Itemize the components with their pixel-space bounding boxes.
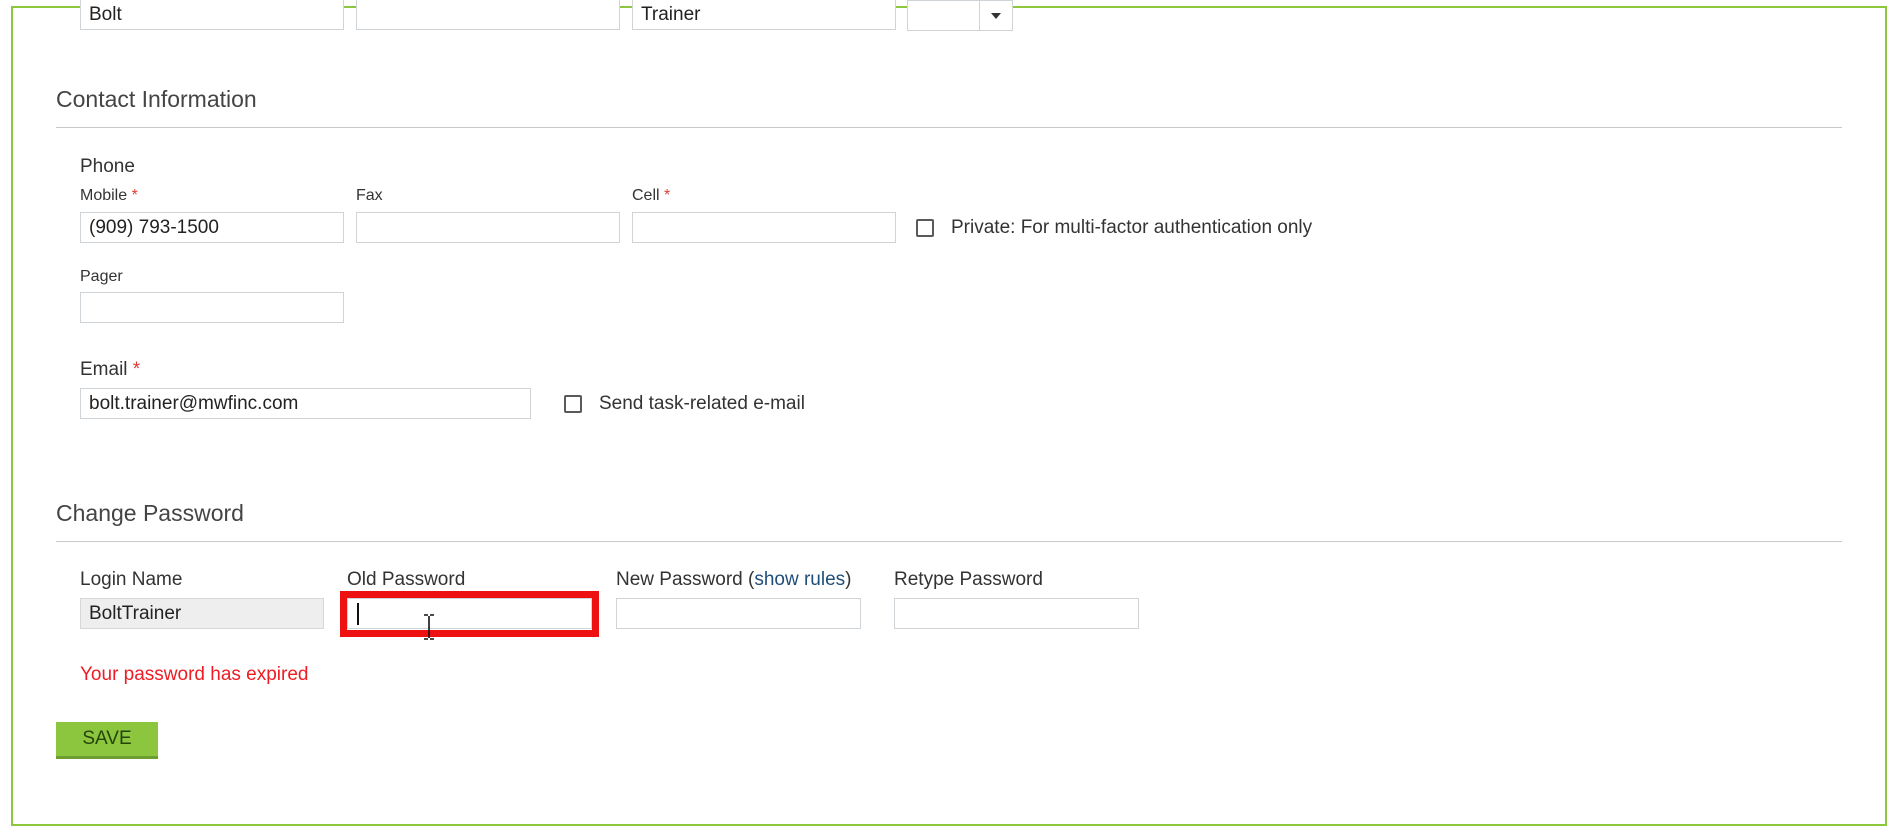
mobile-label: Mobile * [80,187,138,205]
first-name-input[interactable] [80,0,344,30]
last-name-input[interactable] [632,0,896,30]
send-task-email-checkbox[interactable] [564,395,582,413]
chevron-down-icon [991,13,1001,19]
pager-label: Pager [80,268,123,285]
fax-input[interactable] [356,212,620,243]
mobile-phone-input[interactable] [80,212,344,243]
mobile-label-text: Mobile [80,187,128,204]
email-label-text: Email [80,359,128,380]
cell-label: Cell * [632,187,670,205]
suffix-dropdown[interactable] [907,0,1013,31]
password-section-title: Change Password [56,500,244,526]
required-marker: * [664,187,671,204]
show-rules-link[interactable]: show rules [754,569,845,590]
required-marker: * [132,359,141,380]
middle-name-input[interactable] [356,0,620,30]
contact-section-title: Contact Information [56,86,257,112]
fax-label: Fax [356,187,383,204]
private-mfa-label[interactable]: Private: For multi-factor authentication… [951,217,1312,239]
new-password-label: New Password (show rules) [616,569,851,591]
pager-input[interactable] [80,292,344,323]
save-button[interactable]: SAVE [56,722,158,759]
password-section-divider [56,541,1842,542]
text-caret [357,603,359,625]
email-input[interactable] [80,388,531,419]
retype-password-input[interactable] [894,598,1139,629]
cell-phone-input[interactable] [632,212,896,243]
new-password-input[interactable] [616,598,861,629]
old-password-input[interactable] [347,598,592,629]
show-rules-close-paren: ) [845,569,852,590]
required-marker: * [131,187,138,204]
ibeam-cursor-icon [424,614,434,640]
send-task-email-label[interactable]: Send task-related e-mail [599,393,805,415]
old-password-label: Old Password [347,569,466,590]
contact-section-divider [56,127,1842,128]
dropdown-arrow-button[interactable] [979,1,1012,30]
cell-label-text: Cell [632,187,660,204]
password-expired-error: Your password has expired [80,664,309,685]
login-name-field [80,598,324,629]
private-mfa-checkbox[interactable] [916,219,934,237]
login-name-label: Login Name [80,569,183,590]
email-label: Email * [80,359,140,381]
new-password-label-text: New Password [616,569,743,590]
retype-password-label: Retype Password [894,569,1043,590]
phone-heading: Phone [80,156,135,177]
